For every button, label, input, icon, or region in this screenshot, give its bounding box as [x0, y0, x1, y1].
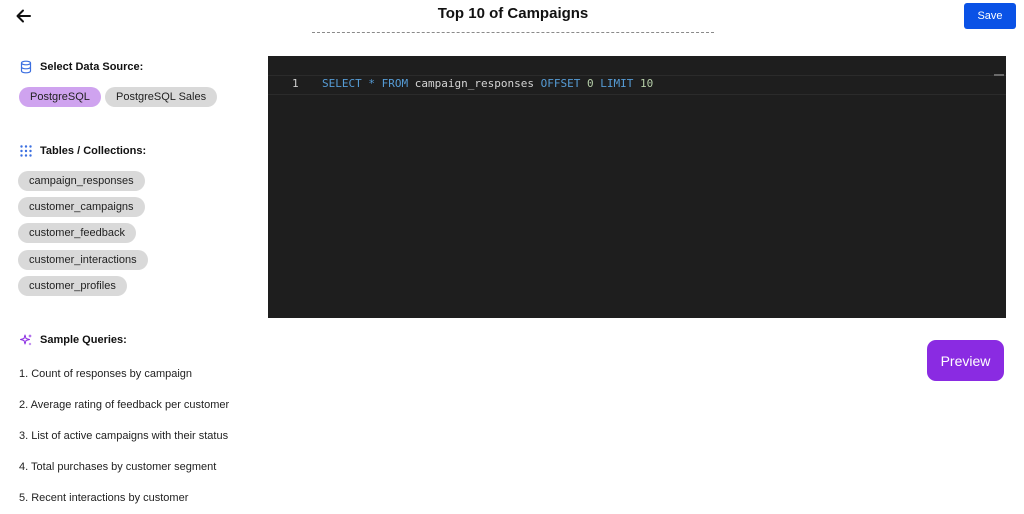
sql-editor[interactable]: 1 SELECT * FROM campaign_responses OFFSE…: [268, 56, 1006, 318]
page-title-container: Top 10 of Campaigns: [312, 5, 714, 33]
sql-table-name: campaign_responses: [414, 77, 534, 90]
page-title: Top 10 of Campaigns: [437, 5, 589, 22]
sample-query-item[interactable]: 4. Total purchases by customer segment: [19, 461, 216, 473]
sample-queries-heading-label: Sample Queries:: [40, 334, 127, 346]
save-button[interactable]: Save: [964, 3, 1016, 29]
sample-query-item[interactable]: 2. Average rating of feedback per custom…: [19, 399, 229, 411]
sample-query-item[interactable]: 1. Count of responses by campaign: [19, 368, 192, 380]
sql-keyword-select: SELECT: [322, 77, 362, 90]
sql-keyword-from: FROM: [381, 77, 409, 90]
table-item[interactable]: campaign_responses: [18, 171, 145, 191]
table-item[interactable]: customer_feedback: [18, 223, 136, 243]
data-source-heading: Select Data Source:: [19, 60, 143, 74]
sparkles-icon: [19, 333, 33, 347]
back-arrow-icon[interactable]: [14, 6, 34, 26]
table-item[interactable]: customer_profiles: [18, 276, 127, 296]
tables-heading: Tables / Collections:: [19, 144, 146, 158]
data-source-option-postgresql-sales[interactable]: PostgreSQL Sales: [105, 87, 218, 107]
table-item[interactable]: customer_campaigns: [18, 197, 145, 217]
tables-heading-label: Tables / Collections:: [40, 145, 147, 157]
data-source-heading-label: Select Data Source:: [40, 61, 144, 73]
preview-button[interactable]: Preview: [927, 340, 1004, 381]
sample-query-item[interactable]: 5. Recent interactions by customer: [19, 492, 188, 504]
data-source-option-postgresql[interactable]: PostgreSQL: [19, 87, 101, 107]
database-icon: [19, 60, 33, 74]
sample-query-item[interactable]: 3. List of active campaigns with their s…: [19, 430, 228, 442]
grid-dots-icon: [19, 144, 33, 158]
sql-offset-value: 0: [586, 77, 594, 90]
editor-scroll-marker: [994, 74, 1004, 76]
sql-limit-value: 10: [639, 77, 654, 90]
sql-keyword-offset: OFFSET: [540, 77, 581, 90]
sql-keyword-limit: LIMIT: [600, 77, 634, 90]
line-number: 1: [292, 77, 299, 90]
sql-star: *: [368, 77, 375, 90]
table-item[interactable]: customer_interactions: [18, 250, 148, 270]
sample-queries-heading: Sample Queries:: [19, 333, 127, 347]
sql-query-text[interactable]: SELECT * FROM campaign_responses OFFSET …: [322, 77, 653, 90]
